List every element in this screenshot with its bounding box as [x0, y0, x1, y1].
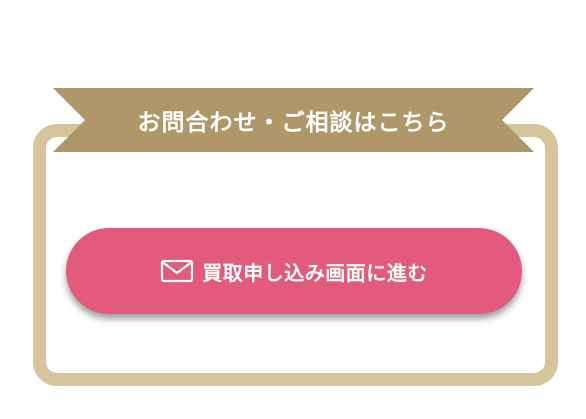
apply-purchase-label: 買取申し込み画面に進む: [202, 260, 428, 285]
mail-icon: [160, 259, 194, 283]
ribbon-title: お問合わせ・ご相談はこちら: [137, 109, 450, 136]
apply-purchase-button-content: 買取申し込み画面に進む: [160, 257, 428, 286]
apply-purchase-button[interactable]: 買取申し込み画面に進む: [66, 228, 522, 314]
ribbon-banner: お問合わせ・ご相談はこちら: [53, 88, 534, 152]
contact-section: お問合わせ・ご相談はこちら 買取申し込み画面に進む: [0, 0, 586, 419]
